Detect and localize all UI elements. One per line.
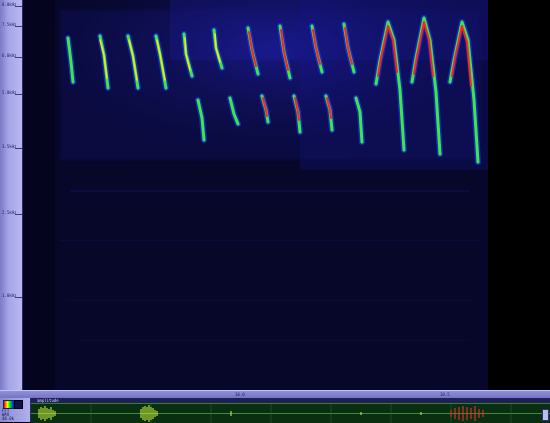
waveform-overview[interactable] [31,403,550,423]
frequency-ruler[interactable]: 8.0kHz 7.5kHz 6.0kHz 5.0kHz 3.5kHz 2.5kH… [0,0,23,392]
waveform-canvas [31,404,550,423]
scroll-handle-icon[interactable] [542,409,549,421]
spectrogram-canvas [23,0,550,390]
frequency-label: 7.5kHz [2,22,17,27]
frequency-label: 5.0kHz [2,90,17,95]
frequency-label: 8.0kHz [2,2,17,7]
display-mode-icon[interactable] [14,400,23,409]
overview-panel: FFT WAV 48.0k amplitude [0,398,550,423]
frequency-label: 3.5kHz [2,144,17,149]
spectrogram-app-window: 8.0kHz 7.5kHz 6.0kHz 5.0kHz 3.5kHz 2.5kH… [0,0,550,423]
side-info-line: 48.0k [2,416,15,421]
time-label: 10.5 [440,392,450,397]
display-controls: FFT WAV 48.0k [0,398,31,422]
time-label: 10.0 [235,392,245,397]
frequency-label: 2.5kHz [2,210,17,215]
frequency-label: 6.0kHz [2,53,17,58]
frequency-label: 1.0kHz [2,293,17,298]
spectrogram-view[interactable] [23,0,550,390]
empty-margin [488,0,550,390]
